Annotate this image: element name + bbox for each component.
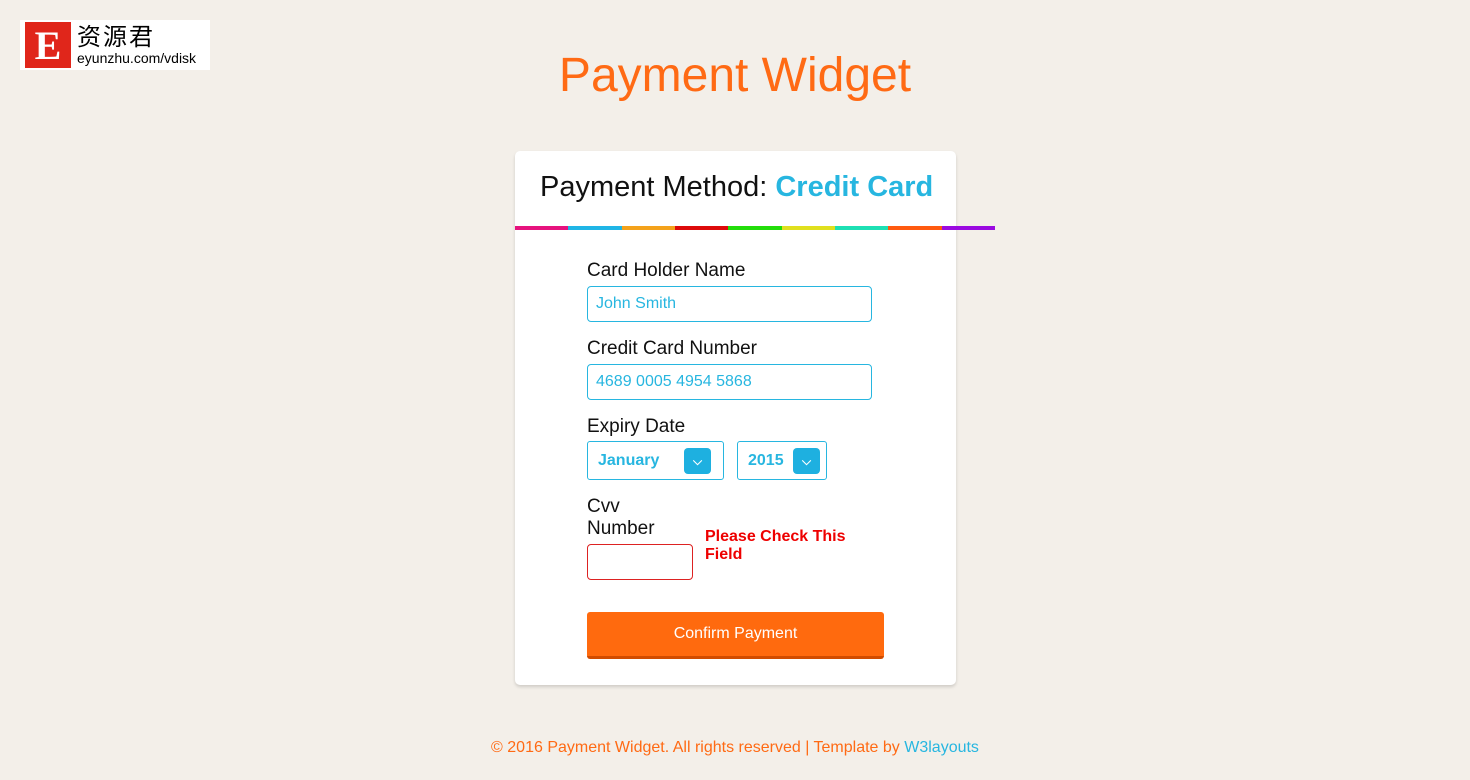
cvv-input[interactable] bbox=[587, 544, 693, 580]
method-value: Credit Card bbox=[775, 171, 934, 203]
expiry-label: Expiry Date bbox=[587, 416, 686, 437]
confirm-payment-button[interactable]: Confirm Payment bbox=[587, 612, 884, 659]
payment-card: Payment Method: Credit Card Card Holder … bbox=[515, 151, 995, 685]
page-title: Payment Widget bbox=[558, 49, 912, 102]
rainbow-segment bbox=[621, 226, 675, 230]
cvv-error: Please Check This Field bbox=[705, 528, 846, 563]
rainbow-segment bbox=[515, 226, 569, 230]
month-select[interactable]: January ⌵ bbox=[587, 441, 724, 480]
card-holder-input[interactable]: John Smith bbox=[587, 286, 872, 322]
year-select[interactable]: 2015 ⌵ bbox=[737, 441, 827, 480]
method-label: Payment Method: bbox=[540, 171, 768, 203]
payment-method-heading: Payment Method: Credit Card bbox=[540, 171, 933, 204]
chevron-down-icon[interactable]: ⌵ bbox=[684, 448, 711, 474]
rainbow-segment bbox=[834, 226, 889, 230]
logo-text: 资源君 bbox=[77, 23, 155, 51]
cvv-label: Cvv Number bbox=[587, 496, 655, 539]
rainbow-segment bbox=[728, 226, 782, 230]
footer: © 2016 Payment Widget. All rights reserv… bbox=[0, 739, 1470, 757]
w3layouts-link[interactable]: W3layouts bbox=[904, 739, 979, 756]
month-value: January bbox=[598, 452, 660, 469]
rainbow-segment bbox=[888, 226, 942, 230]
footer-text: © 2016 Payment Widget. All rights reserv… bbox=[491, 739, 905, 756]
card-number-input[interactable]: 4689 0005 4954 5868 bbox=[587, 364, 872, 400]
rainbow-segment bbox=[781, 226, 835, 230]
rainbow-segment bbox=[568, 226, 622, 230]
rainbow-segment bbox=[941, 226, 995, 230]
card-number-label: Credit Card Number bbox=[587, 338, 757, 359]
rainbow-divider bbox=[515, 226, 995, 230]
year-value: 2015 bbox=[748, 452, 784, 469]
rainbow-segment bbox=[674, 226, 729, 230]
card-holder-label: Card Holder Name bbox=[587, 260, 746, 281]
chevron-down-icon[interactable]: ⌵ bbox=[793, 448, 820, 474]
